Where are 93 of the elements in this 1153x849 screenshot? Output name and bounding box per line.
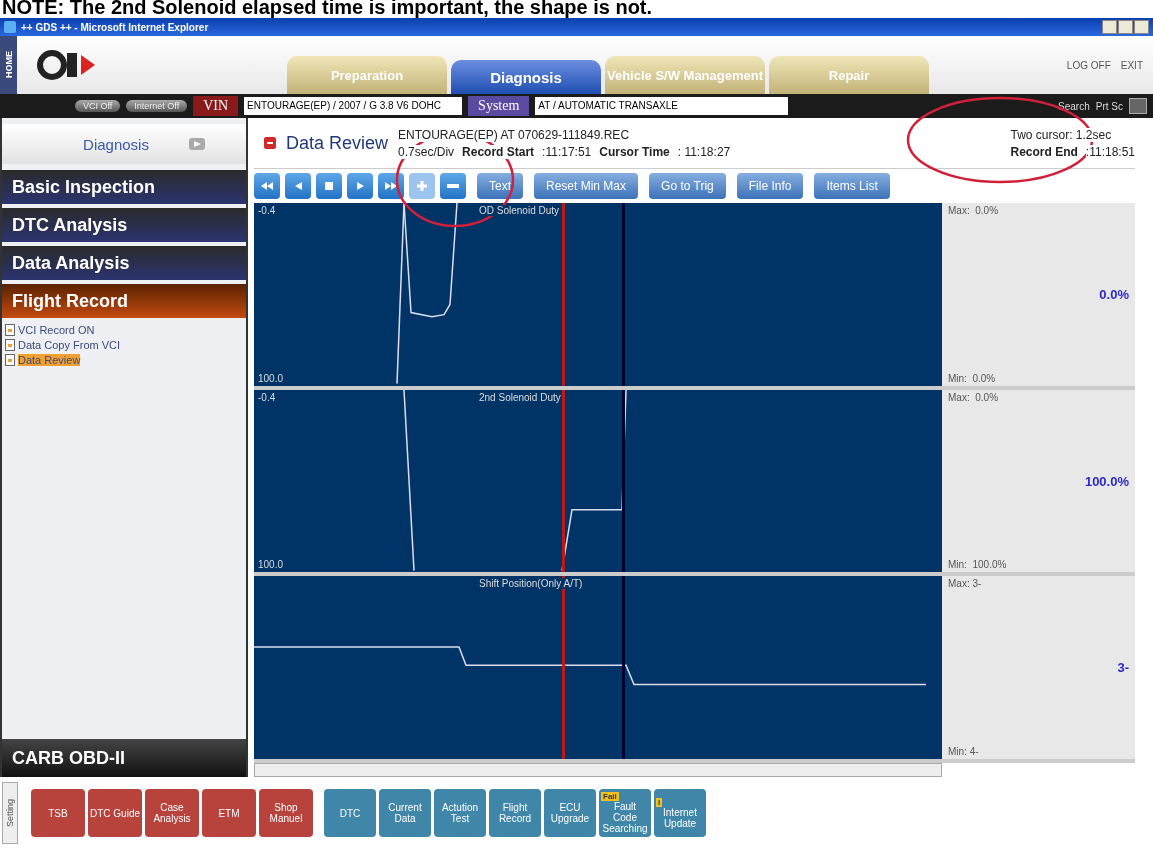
vin-label: VIN [193,96,239,116]
playback-button[interactable] [285,173,311,199]
badge: i [656,797,663,807]
plus-icon [417,181,427,191]
action-button[interactable]: Text [477,173,523,199]
sidebar-section[interactable]: Flight Record [2,284,246,318]
status-pill: Internet Off [126,100,188,112]
playback-button[interactable] [316,173,342,199]
toolbar-button[interactable]: Shop Manuel [259,789,313,837]
action-button[interactable]: Reset Min Max [534,173,639,199]
max-value: Max: 3- [948,578,983,590]
badge: Fail [601,792,619,801]
print-icon[interactable] [1129,98,1147,114]
window-title: ++ GDS ++ - Microsoft Internet Explorer [21,21,210,33]
status-pill: VCI Off [75,100,121,112]
playback-button[interactable] [347,173,373,199]
time-division: 0.7sec/Div [398,144,455,159]
sidebar-item[interactable]: Data Copy From VCI [18,338,121,351]
minimize-button[interactable] [1102,20,1117,34]
forward-icon [385,182,397,190]
logo-icon [37,50,97,80]
max-value: Max: 0.0% [948,205,1000,216]
annotation-note: NOTE: The 2nd Solenoid elapsed time is important, the shape is not. [1,0,654,18]
maximize-button[interactable] [1118,20,1133,34]
collapse-icon[interactable] [188,138,205,150]
graph-title: OD Solenoid Duty [479,205,560,216]
axis-label: 100.0 [258,372,284,384]
system-label: System [468,96,530,116]
min-value: Min: 100.0% [948,559,1008,571]
document-icon [5,323,15,336]
sidebar-section[interactable]: Data Analysis [2,246,246,280]
toolbar-button[interactable]: Current Data [379,789,431,837]
sidebar-section[interactable]: DTC Analysis [2,208,246,242]
cursor-time-value: : 11:18:27 [677,144,731,159]
sidebar-section[interactable]: CARB OBD-II [2,739,246,777]
toolbar-button[interactable]: Fail Fault Code Searching [599,789,651,837]
document-icon [5,353,15,366]
current-value: 3- [1117,660,1129,676]
playback-button[interactable] [254,173,280,199]
record-start-label: Record Start [462,144,535,159]
current-value: 0.0% [1099,286,1129,302]
graph-title: Shift Position(Only A/T) [479,578,583,590]
browser-icon [4,21,16,33]
current-value: 100.0% [1084,473,1129,489]
search-link[interactable]: Search [1058,100,1090,112]
toolbar-button[interactable]: Flight Record [489,789,541,837]
horizontal-scrollbar[interactable] [254,763,942,777]
close-button[interactable] [1134,20,1149,34]
collapse-icon[interactable] [264,137,276,149]
vin-field: ENTOURAGE(EP) / 2007 / G 3.8 V6 DOHC [244,97,463,115]
home-button[interactable]: HOME [0,36,17,94]
record-end-value: :11:18:51 [1085,144,1135,159]
axis-label: 100.0 [258,559,284,571]
header-link[interactable]: EXIT [1120,59,1143,71]
cursor-time-label: Cursor Time [599,144,670,159]
sidebar-item[interactable]: VCI Record ON [18,323,95,336]
header-link[interactable]: LOG OFF [1066,59,1111,71]
play-icon [356,182,364,190]
page-title: Data Review [286,132,389,154]
toolbar-button[interactable]: Actution Test [434,789,486,837]
toolbar-button[interactable]: ETM [202,789,256,837]
sidebar-section[interactable]: Basic Inspection [2,170,246,204]
axis-label: -0.4 [258,391,276,403]
setting-tab[interactable]: Setting [2,782,18,844]
playback-button[interactable] [440,173,466,199]
document-icon [5,338,15,351]
nav-tab[interactable]: Diagnosis [451,60,601,94]
action-button[interactable]: File Info [736,173,804,199]
stop-icon [325,182,333,190]
action-button[interactable]: Go to Trig [649,173,726,199]
cursor-interval: Two cursor: 1.2sec [1010,127,1112,142]
toolbar-button[interactable]: i Internet Update [654,789,706,837]
system-field: AT / AUTOMATIC TRANSAXLE [535,97,789,115]
max-value: Max: 0.0% [948,391,1000,403]
toolbar-button[interactable]: Case Analysis [145,789,199,837]
action-button[interactable]: Items List [814,173,890,199]
sidebar-title: Diagnosis [83,135,149,153]
file-name: ENTOURAGE(EP) AT 070629-111849.REC [398,127,630,142]
toolbar-button[interactable]: DTC Guide [88,789,142,837]
toolbar-button[interactable]: DTC [324,789,376,837]
print-link[interactable]: Prt Sc [1095,100,1123,112]
toolbar-button[interactable]: ECU Upgrade [544,789,596,837]
rewind-icon [261,182,273,190]
min-value: Min: 0.0% [948,372,997,384]
record-end-label: Record End [1010,144,1078,159]
min-value: Min: 4- [948,746,980,757]
axis-label: -0.4 [258,205,276,216]
back-icon [294,182,302,190]
cursor-line[interactable] [622,389,626,573]
record-start-value: :11:17:51 [542,144,592,159]
minus-icon [447,184,459,188]
graph-title: 2nd Solenoid Duty [479,391,561,403]
toolbar-button[interactable]: TSB [31,789,85,837]
